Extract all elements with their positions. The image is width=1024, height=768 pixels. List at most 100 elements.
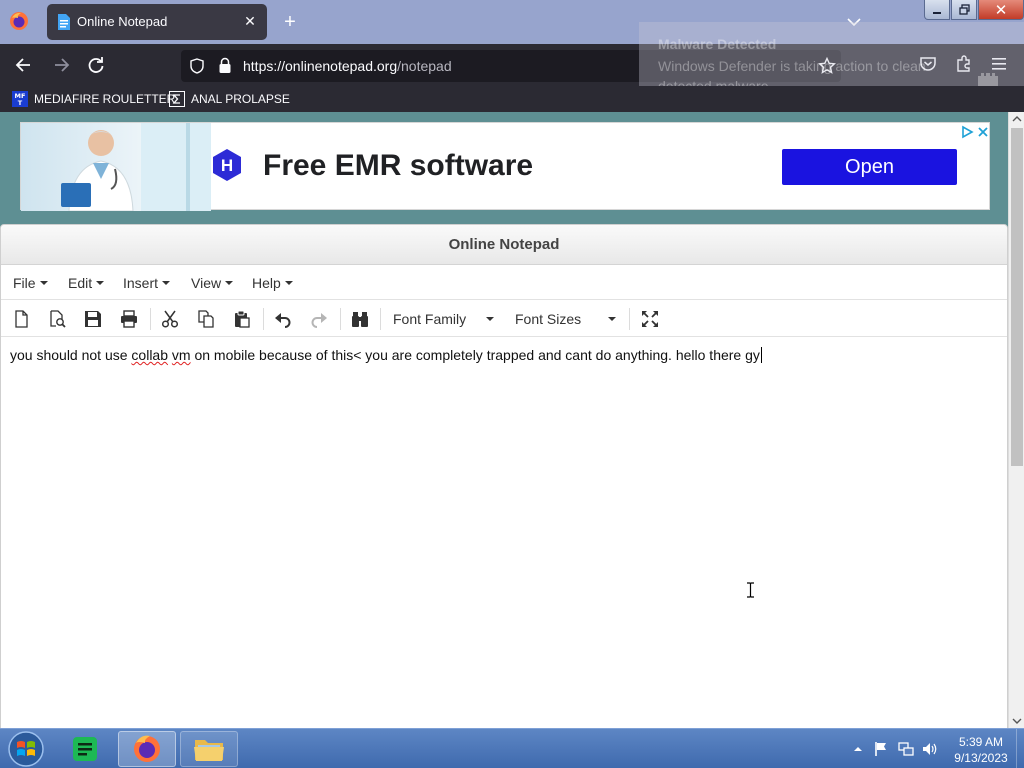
firefox-view-icon[interactable] <box>9 11 29 31</box>
editor-text-segment: on mobile because of this< you are compl… <box>190 347 760 363</box>
toolbar-separator <box>340 308 341 330</box>
system-clock[interactable]: 5:39 AM 9/13/2023 <box>946 734 1016 766</box>
tab-close-icon[interactable]: ✕ <box>242 13 258 29</box>
page-content: H Free EMR software Open Online Notepad … <box>0 112 1008 728</box>
redo-icon[interactable] <box>310 310 328 328</box>
caret-down-icon <box>39 281 48 285</box>
notepad-text-editor[interactable]: you should not use collab vm on mobile b… <box>1 338 1007 728</box>
print-icon[interactable] <box>120 310 138 328</box>
taskbar-explorer-app[interactable] <box>180 731 238 767</box>
new-tab-icon[interactable]: + <box>280 12 300 32</box>
ad-choices-icon[interactable] <box>960 125 974 139</box>
toast-title: Malware Detected <box>658 36 777 52</box>
menu-file[interactable]: File <box>13 275 48 291</box>
menu-view[interactable]: View <box>191 275 234 291</box>
toolbar-separator <box>380 308 381 330</box>
url-text: https://onlinenotepad.org/notepad <box>243 58 452 74</box>
scrollbar-thumb[interactable] <box>1011 128 1023 466</box>
restore-button[interactable] <box>951 0 977 20</box>
notepad-favicon-icon <box>58 14 70 30</box>
firefox-icon <box>134 735 160 762</box>
back-arrow-icon[interactable] <box>13 54 35 76</box>
toolbar-separator <box>150 308 151 330</box>
taskbar-firefox-app[interactable] <box>118 731 176 767</box>
notepad-menubar: File Edit Insert View Help <box>1 266 1007 300</box>
menu-label: View <box>191 275 222 291</box>
cut-icon[interactable] <box>161 310 179 328</box>
tracking-shield-icon[interactable] <box>189 58 205 74</box>
caret-down-icon <box>486 317 494 321</box>
save-icon[interactable] <box>84 310 102 328</box>
ad-doctor-image <box>21 123 211 211</box>
ad-banner[interactable]: H Free EMR software Open <box>20 122 990 211</box>
notes-app-icon <box>73 737 97 761</box>
notepad-panel: Online Notepad File Edit Insert View Hel… <box>0 224 1008 728</box>
ad-headline[interactable]: Free EMR software <box>263 149 533 183</box>
menu-label: Edit <box>68 275 93 291</box>
bookmark-item-2[interactable]: ANAL PROLAPSE <box>169 90 290 108</box>
folder-icon <box>194 740 224 761</box>
caret-down-icon <box>284 281 293 285</box>
ad-close-icon[interactable] <box>976 125 990 139</box>
font-sizes-label: Font Sizes <box>515 311 582 327</box>
copy-icon[interactable] <box>197 310 215 328</box>
caret-down-icon <box>225 281 234 285</box>
menu-help[interactable]: Help <box>252 275 293 291</box>
minimize-button[interactable] <box>924 0 950 20</box>
url-domain: https://onlinenotepad.org <box>243 58 398 74</box>
font-family-label: Font Family <box>393 311 467 327</box>
browser-tab-active[interactable]: Online Notepad ✕ <box>47 4 267 40</box>
menu-insert[interactable]: Insert <box>123 275 171 291</box>
menu-label: File <box>13 275 36 291</box>
network-icon[interactable] <box>898 741 914 757</box>
svg-text:H: H <box>221 156 233 175</box>
tab-title: Online Notepad <box>77 14 168 29</box>
bookmark-label: MEDIAFIRE ROULETTER <box>34 92 176 106</box>
show-desktop-button[interactable] <box>1016 729 1024 768</box>
action-center-flag-icon[interactable] <box>873 741 889 757</box>
misspelled-word: vm <box>171 347 191 363</box>
sigma-icon <box>169 91 185 107</box>
text-caret <box>760 347 762 363</box>
reload-icon[interactable] <box>85 54 107 76</box>
menu-label: Insert <box>123 275 159 291</box>
volume-icon[interactable] <box>922 741 938 757</box>
bookmark-mediafire-rouletter[interactable]: MF T MEDIAFIRE ROULETTER <box>12 90 175 108</box>
notepad-header: Online Notepad <box>1 225 1007 265</box>
bookmark-label: ANAL PROLAPSE <box>191 92 290 106</box>
font-family-dropdown[interactable]: Font Family <box>393 311 497 327</box>
doctor-illustration <box>61 123 211 211</box>
forward-arrow-icon[interactable] <box>50 54 72 76</box>
menu-label: Help <box>252 275 281 291</box>
editor-content[interactable]: you should not use collab vm on mobile b… <box>10 347 762 363</box>
scroll-up-arrow-icon[interactable] <box>1012 114 1022 124</box>
windows-taskbar: 5:39 AM 9/13/2023 <box>0 728 1024 768</box>
minimize-icon <box>933 11 941 14</box>
find-binoculars-icon[interactable] <box>351 310 369 328</box>
toolbar-separator <box>263 308 264 330</box>
page-scrollbar[interactable] <box>1008 112 1024 728</box>
fullscreen-icon[interactable] <box>641 310 659 328</box>
new-document-icon[interactable] <box>12 310 30 328</box>
close-icon: ✕ <box>994 1 1008 19</box>
lock-icon[interactable] <box>217 57 233 74</box>
restore-icon <box>958 4 970 15</box>
paste-icon[interactable] <box>233 310 251 328</box>
svg-text:T: T <box>18 99 23 107</box>
menu-edit[interactable]: Edit <box>68 275 105 291</box>
open-preview-icon[interactable] <box>48 310 66 328</box>
undo-icon[interactable] <box>274 310 292 328</box>
windows-start-icon[interactable] <box>6 730 46 768</box>
scroll-down-arrow-icon[interactable] <box>1012 716 1022 726</box>
taskbar-notes-app[interactable] <box>56 731 114 767</box>
font-sizes-dropdown[interactable]: Font Sizes <box>515 311 619 327</box>
caret-down-icon <box>162 281 171 285</box>
ibeam-cursor-icon <box>747 582 754 598</box>
notepad-toolbar: Font Family Font Sizes <box>1 301 1007 337</box>
show-hidden-icons-arrow-icon[interactable] <box>850 741 866 757</box>
clock-date: 9/13/2023 <box>954 751 1008 765</box>
mediafire-icon: MF T <box>12 91 28 107</box>
clock-time: 5:39 AM <box>958 735 1004 749</box>
ad-open-button[interactable]: Open <box>782 149 957 185</box>
close-window-button[interactable]: ✕ <box>978 0 1024 20</box>
